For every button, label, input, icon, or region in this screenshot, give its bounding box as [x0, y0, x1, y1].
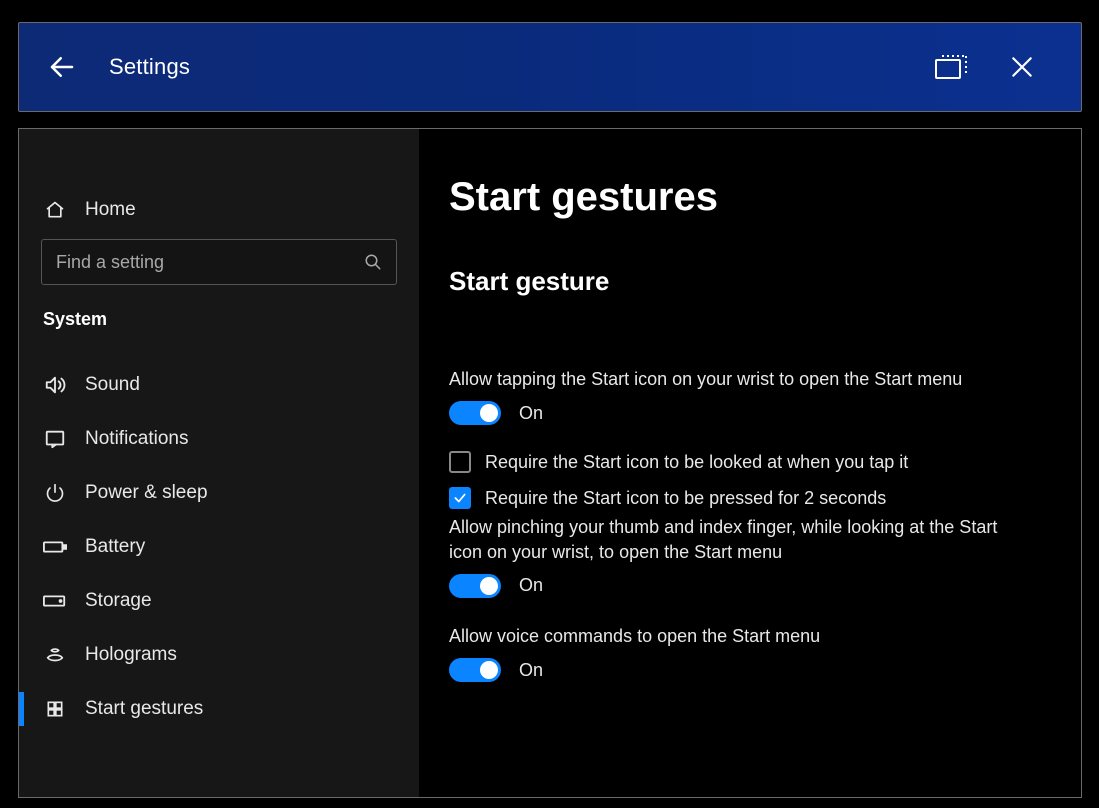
sidebar-item-battery[interactable]: Battery	[41, 520, 397, 574]
sidebar-item-power-sleep[interactable]: Power & sleep	[41, 466, 397, 520]
close-icon	[1009, 54, 1035, 80]
sidebar-item-label: Sound	[85, 374, 140, 396]
setting-voice-label: Allow voice commands to open the Start m…	[449, 624, 1009, 648]
sidebar-item-start-gestures[interactable]: Start gestures	[41, 682, 397, 736]
sidebar-item-notifications[interactable]: Notifications	[41, 412, 397, 466]
setting-require-look-row: Require the Start icon to be looked at w…	[449, 451, 1037, 473]
slate-icon	[934, 52, 970, 82]
power-icon	[43, 483, 67, 503]
titlebar: Settings	[18, 22, 1082, 112]
setting-require-press-row: Require the Start icon to be pressed for…	[449, 487, 1037, 509]
back-button[interactable]	[43, 48, 81, 86]
search-input[interactable]: Find a setting	[41, 239, 397, 285]
sidebar-item-label: Holograms	[85, 644, 177, 666]
notifications-icon	[43, 428, 67, 450]
setting-tap-state: On	[519, 403, 543, 424]
search-icon	[364, 253, 382, 271]
start-gestures-icon	[43, 699, 67, 719]
page-title: Start gestures	[449, 175, 1037, 220]
sidebar-item-holograms[interactable]: Holograms	[41, 628, 397, 682]
setting-pinch-label: Allow pinching your thumb and index fing…	[449, 515, 1009, 564]
setting-voice-toggle-row: On	[449, 658, 1037, 682]
search-placeholder: Find a setting	[56, 252, 164, 273]
setting-pinch-toggle[interactable]	[449, 574, 501, 598]
sound-icon	[43, 374, 67, 396]
main-content: Start gestures Start gesture Allow tappi…	[419, 129, 1081, 797]
sidebar-item-storage[interactable]: Storage	[41, 574, 397, 628]
setting-tap-label: Allow tapping the Start icon on your wri…	[449, 367, 1009, 391]
setting-voice-toggle[interactable]	[449, 658, 501, 682]
setting-voice-state: On	[519, 660, 543, 681]
arrow-left-icon	[47, 52, 77, 82]
follow-me-button[interactable]	[917, 42, 987, 92]
home-icon	[43, 200, 67, 220]
sidebar-item-label: Power & sleep	[85, 482, 208, 504]
battery-icon	[43, 539, 67, 555]
setting-tap-toggle[interactable]	[449, 401, 501, 425]
titlebar-title: Settings	[109, 54, 190, 80]
setting-tap-toggle-row: On	[449, 401, 1037, 425]
holograms-icon	[43, 644, 67, 666]
sidebar-item-label: Battery	[85, 536, 145, 558]
sidebar-item-home[interactable]: Home	[41, 185, 397, 235]
setting-pinch-state: On	[519, 575, 543, 596]
section-title: Start gesture	[449, 266, 1037, 297]
sidebar-item-label: Notifications	[85, 428, 189, 450]
setting-require-press-label: Require the Start icon to be pressed for…	[485, 488, 886, 509]
setting-require-press-checkbox[interactable]	[449, 487, 471, 509]
setting-require-look-checkbox[interactable]	[449, 451, 471, 473]
settings-body: Home Find a setting System Sound	[18, 128, 1082, 798]
storage-icon	[43, 594, 67, 608]
setting-require-look-label: Require the Start icon to be looked at w…	[485, 452, 908, 473]
sidebar-item-label: Storage	[85, 590, 152, 612]
setting-pinch-toggle-row: On	[449, 574, 1037, 598]
sidebar-item-sound[interactable]: Sound	[41, 358, 397, 412]
close-button[interactable]	[987, 42, 1057, 92]
sidebar-list: Sound Notifications Power & sleep	[41, 358, 397, 736]
settings-window: Settings Home Find a setting	[18, 22, 1082, 802]
sidebar-item-label: Start gestures	[85, 698, 203, 720]
check-icon	[453, 491, 467, 505]
sidebar-category: System	[43, 309, 397, 330]
sidebar: Home Find a setting System Sound	[19, 129, 419, 797]
sidebar-item-label: Home	[85, 199, 136, 221]
